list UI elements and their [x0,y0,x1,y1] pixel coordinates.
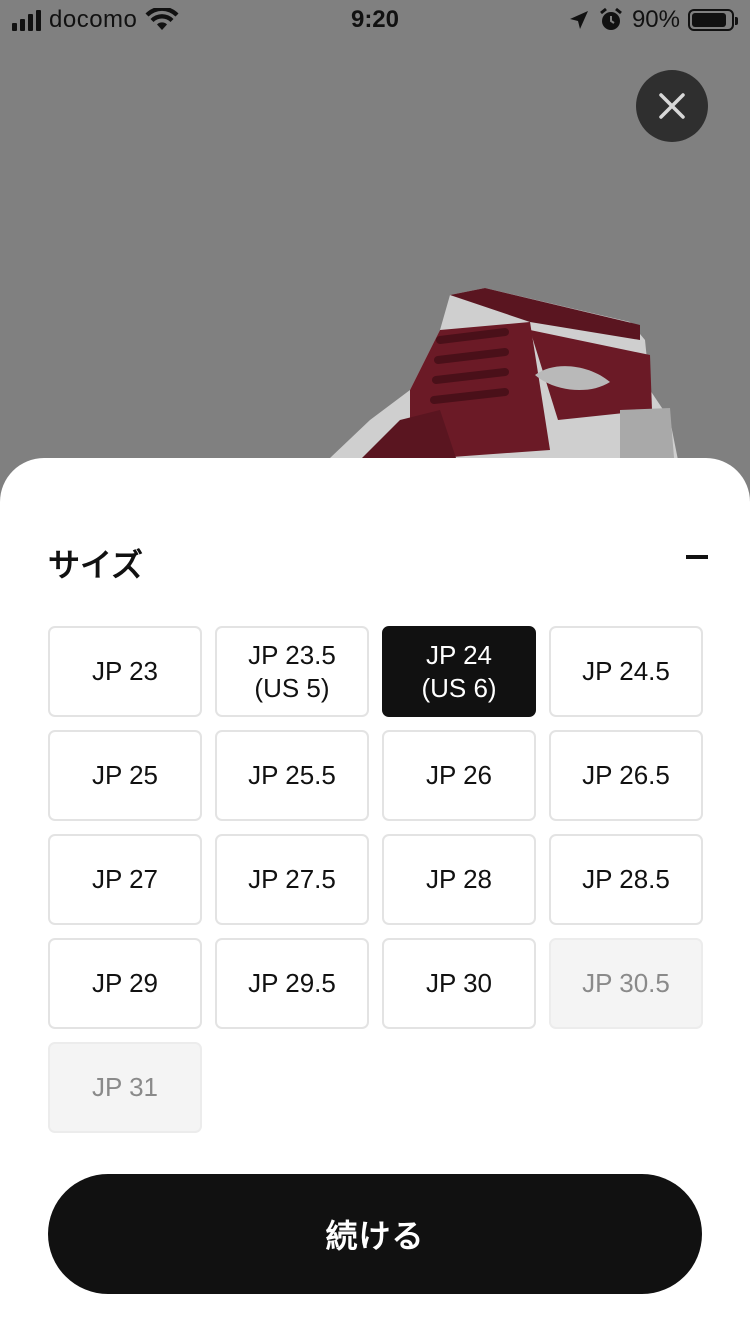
size-grid: JP 23 JP 23.5 (US 5) JP 24 (US 6) JP 24.5 JP… [48,626,703,1133]
close-button[interactable] [636,70,708,142]
battery-icon [688,9,738,31]
size-option: JP 31 [48,1042,202,1133]
size-option[interactable]: JP 24.5 [549,626,703,717]
size-option[interactable]: JP 27 [48,834,202,925]
sheet-title: サイズ [48,547,144,583]
size-option[interactable]: JP 23 [48,626,202,717]
size-option[interactable]: JP 25 [48,730,202,821]
size-option[interactable]: JP 29 [48,938,202,1029]
size-option[interactable]: JP 28.5 [549,834,703,925]
battery-percent: 90% [631,6,680,33]
minus-icon [686,555,708,559]
size-option[interactable]: JP 29.5 [215,938,369,1029]
status-right: 90% [568,6,738,34]
battery-level [692,13,727,27]
alarm-icon [600,7,622,30]
continue-button[interactable]: 続ける [48,1174,702,1294]
size-sheet: サイズ JP 23 JP 23.5 (US 5) JP 24 (US 6) JP 24… [0,458,750,1334]
collapse-button[interactable] [680,542,714,572]
size-option[interactable]: JP 24 (US 6) [382,626,536,717]
size-option[interactable]: JP 23.5 (US 5) [215,626,369,717]
size-option[interactable]: JP 27.5 [215,834,369,925]
sneaker-image [320,288,680,470]
size-selection-screen: docomo 9:20 90% サイズ JP 23 JP 23.5 (US 5)… [0,0,750,1334]
size-option: JP 30.5 [549,938,703,1029]
size-option[interactable]: JP 28 [382,834,536,925]
size-option[interactable]: JP 30 [382,938,536,1029]
close-icon [659,93,685,119]
size-option[interactable]: JP 26 [382,730,536,821]
size-option[interactable]: JP 26.5 [549,730,703,821]
size-option[interactable]: JP 25.5 [215,730,369,821]
status-bar: docomo 9:20 90% [0,0,750,40]
location-arrow-icon [569,11,588,29]
